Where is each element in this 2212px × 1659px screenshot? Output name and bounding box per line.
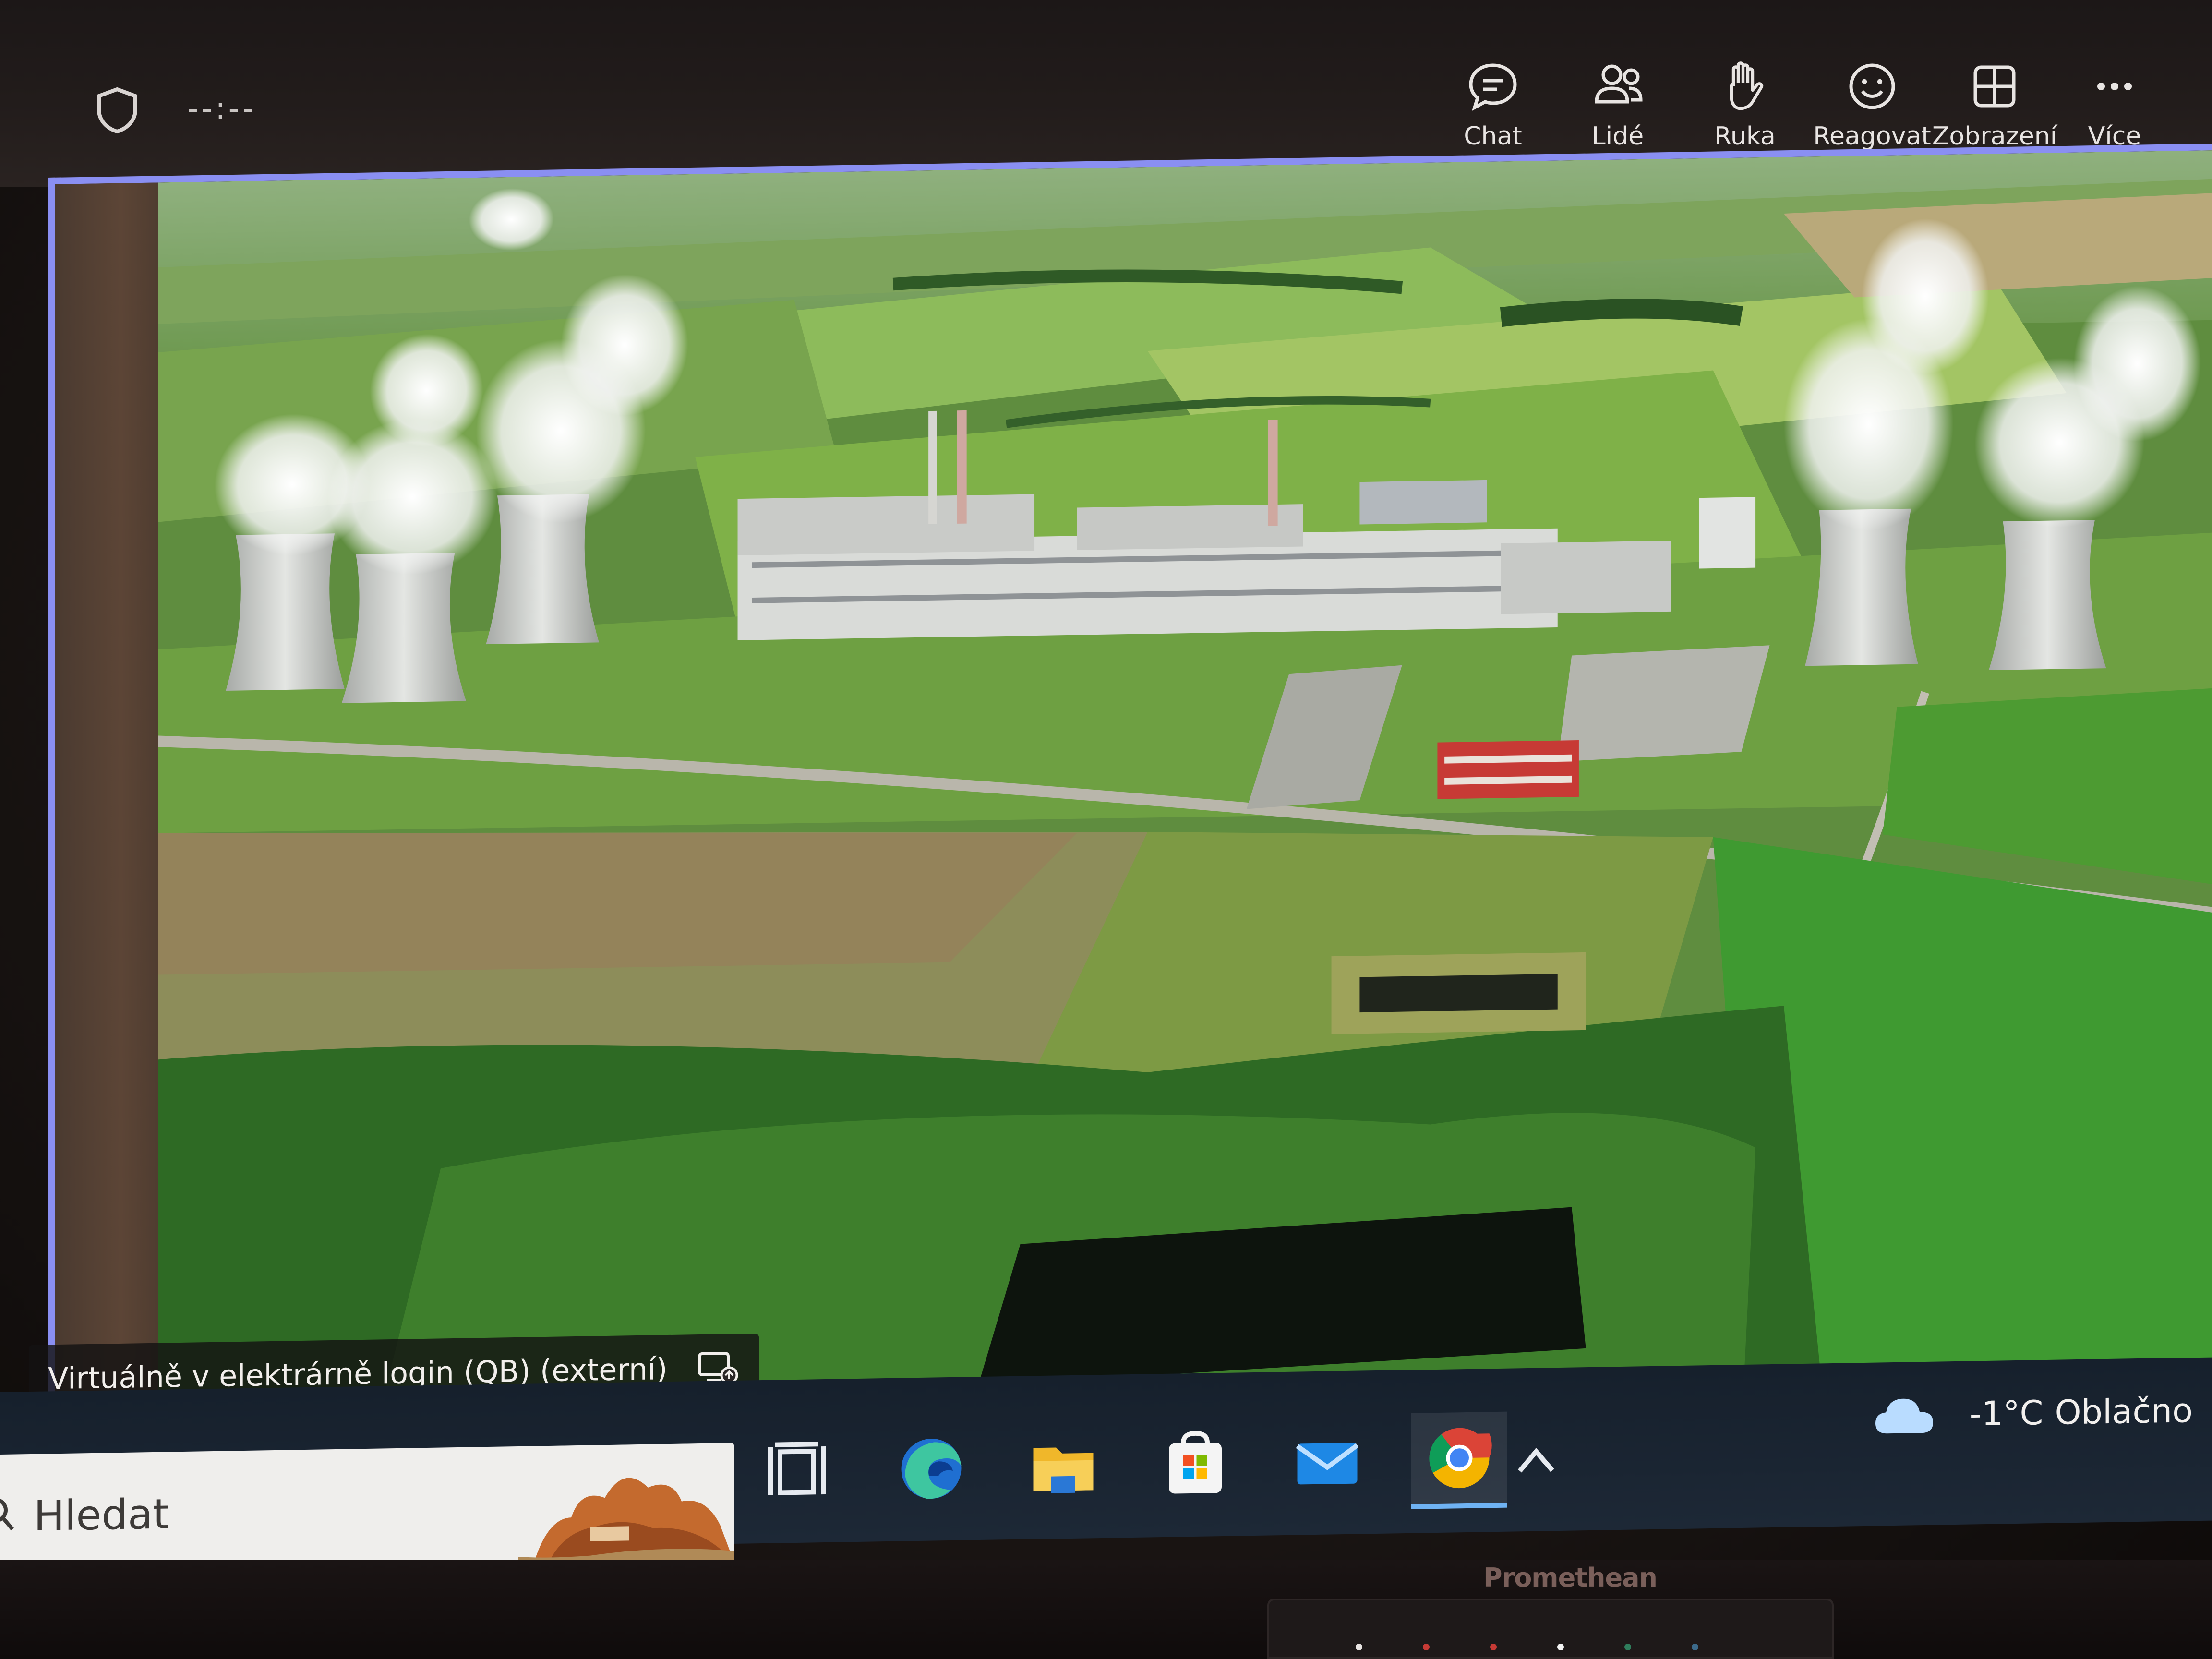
- store-icon: [1169, 1431, 1222, 1494]
- more-dots-icon: [2097, 83, 2132, 90]
- task-view-button[interactable]: [749, 1422, 845, 1519]
- edge-icon: [901, 1439, 962, 1499]
- chrome-app[interactable]: [1411, 1411, 1507, 1509]
- chat-button[interactable]: Chat: [1431, 58, 1555, 158]
- microsoft-store-app[interactable]: [1147, 1416, 1243, 1513]
- camera-photo-of-monitor: --:-- Chat Lidé Ruka Reagovat Zobrazení …: [0, 0, 2212, 1659]
- cloud-icon: [1875, 1398, 1933, 1434]
- monitor-control-panel: [1267, 1599, 1834, 1659]
- bezel-indicator-light: [1557, 1644, 1564, 1650]
- people-icon: [1595, 64, 1643, 104]
- view-button[interactable]: Zobrazení: [1932, 58, 2057, 158]
- bezel-indicator-light: [1490, 1644, 1497, 1650]
- taskbar-search-box[interactable]: Hledat: [0, 1443, 734, 1575]
- search-highlight-illustration: [518, 1443, 734, 1567]
- monitor-brand-logo: Promethean: [1483, 1563, 1658, 1593]
- call-timer: --:--: [187, 91, 256, 127]
- presentation-side-strip: [55, 182, 165, 1457]
- search-placeholder: Hledat: [34, 1490, 169, 1540]
- raise-hand-button[interactable]: Ruka: [1683, 58, 1807, 158]
- more-button[interactable]: Více: [2052, 58, 2177, 158]
- file-explorer-app[interactable]: [1015, 1418, 1111, 1515]
- chrome-icon: [1429, 1428, 1492, 1489]
- chat-label: Chat: [1464, 122, 1522, 151]
- mail-app[interactable]: [1279, 1414, 1375, 1511]
- shared-screen[interactable]: [48, 144, 2212, 1465]
- weather-condition: Oblačno: [2055, 1391, 2193, 1432]
- edge-app[interactable]: [883, 1420, 979, 1517]
- raise-hand-label: Ruka: [1714, 122, 1776, 151]
- react-button[interactable]: Reagovat: [1810, 58, 1935, 158]
- people-label: Lidé: [1591, 122, 1644, 151]
- bezel-indicator-light: [1692, 1644, 1698, 1650]
- folder-icon: [1033, 1447, 1094, 1493]
- monitor-bezel: [0, 1560, 2212, 1659]
- raise-hand-icon: [1730, 61, 1764, 110]
- people-button[interactable]: Lidé: [1555, 58, 1680, 158]
- shield-icon[interactable]: [94, 86, 140, 134]
- bezel-indicator-light: [1356, 1644, 1362, 1650]
- weather-widget[interactable]: -1°C Oblačno: [1872, 1386, 2193, 1440]
- view-grid-icon: [1973, 65, 2016, 108]
- task-view-icon: [768, 1442, 826, 1495]
- mail-icon: [1296, 1443, 1359, 1485]
- chat-icon: [1469, 63, 1517, 111]
- search-icon: [0, 1498, 14, 1531]
- bezel-indicator-light: [1423, 1644, 1430, 1650]
- chevron-up-icon[interactable]: [1512, 1440, 1560, 1479]
- windows-taskbar: Hledat -1°C Oblačno: [0, 1357, 2212, 1575]
- react-label: Reagovat: [1813, 122, 1931, 151]
- react-smiley-icon: [1849, 63, 1895, 109]
- bezel-indicator-light: [1624, 1644, 1631, 1650]
- power-plant-aerial-photo: [158, 150, 2212, 1456]
- weather-temperature: -1°C: [1969, 1393, 2044, 1434]
